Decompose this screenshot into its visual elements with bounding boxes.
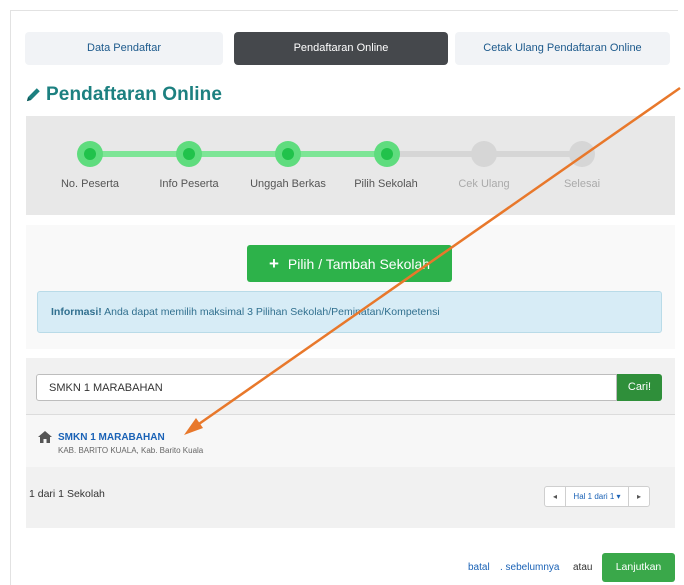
info-alert: Informasi! Anda dapat memilih maksimal 3… xyxy=(37,291,662,333)
step-label-unggah-berkas: Unggah Berkas xyxy=(250,178,326,190)
step-label-no-peserta: No. Peserta xyxy=(60,178,120,190)
step-label-cek-ulang: Cek Ulang xyxy=(458,178,510,190)
step-dot-cek-ulang xyxy=(471,141,497,167)
tab-pendaftaran-online[interactable]: Pendaftaran Online xyxy=(234,32,448,65)
continue-button[interactable]: Lanjutkan xyxy=(602,553,675,582)
school-search-input[interactable] xyxy=(36,374,617,401)
plus-icon: + xyxy=(268,254,279,273)
tab-data-pendaftar[interactable]: Data Pendaftar xyxy=(25,32,223,65)
cancel-link[interactable]: batal xyxy=(468,562,490,573)
step-dot-unggah-berkas xyxy=(275,141,301,167)
step-label-selesai: Selesai xyxy=(563,178,601,190)
info-prefix: Informasi! xyxy=(51,306,102,318)
step-dot-no-peserta xyxy=(77,141,103,167)
step-dot-info-peserta xyxy=(176,141,202,167)
search-button[interactable]: Cari! xyxy=(617,374,662,401)
school-name-link[interactable]: SMKN 1 MARABAHAN xyxy=(58,432,165,443)
previous-link[interactable]: . sebelumnya xyxy=(500,562,559,573)
school-address: KAB. BARITO KUALA, Kab. Barito Kuala xyxy=(58,446,204,455)
result-count: 1 dari 1 Sekolah xyxy=(29,488,105,500)
step-label-info-peserta: Info Peserta xyxy=(159,178,219,190)
tab-cetak-ulang[interactable]: Cetak Ulang Pendaftaran Online xyxy=(455,32,670,65)
prev-page-button[interactable]: ◂ xyxy=(545,487,565,506)
step-dot-selesai xyxy=(569,141,595,167)
progress-stepper: No. Peserta Info Peserta Unggah Berkas P… xyxy=(26,116,675,215)
step-dot-pilih-sekolah xyxy=(374,141,400,167)
pagination: ◂ Hal 1 dari 1 ▾ ▸ xyxy=(544,486,650,507)
pencil-icon xyxy=(26,88,40,102)
add-school-button[interactable]: + Pilih / Tambah Sekolah xyxy=(247,245,452,282)
page-title-text: Pendaftaran Online xyxy=(46,84,223,105)
info-text: Anda dapat memilih maksimal 3 Pilihan Se… xyxy=(101,306,440,318)
or-text: atau xyxy=(573,562,593,573)
page-select[interactable]: Hal 1 dari 1 ▾ xyxy=(565,487,629,506)
step-label-pilih-sekolah: Pilih Sekolah xyxy=(354,178,418,190)
add-school-label: Pilih / Tambah Sekolah xyxy=(287,256,431,272)
home-icon xyxy=(38,431,52,443)
step-line-done xyxy=(88,151,384,157)
page-title: Pendaftaran Online xyxy=(26,84,222,106)
next-page-button[interactable]: ▸ xyxy=(629,487,649,506)
